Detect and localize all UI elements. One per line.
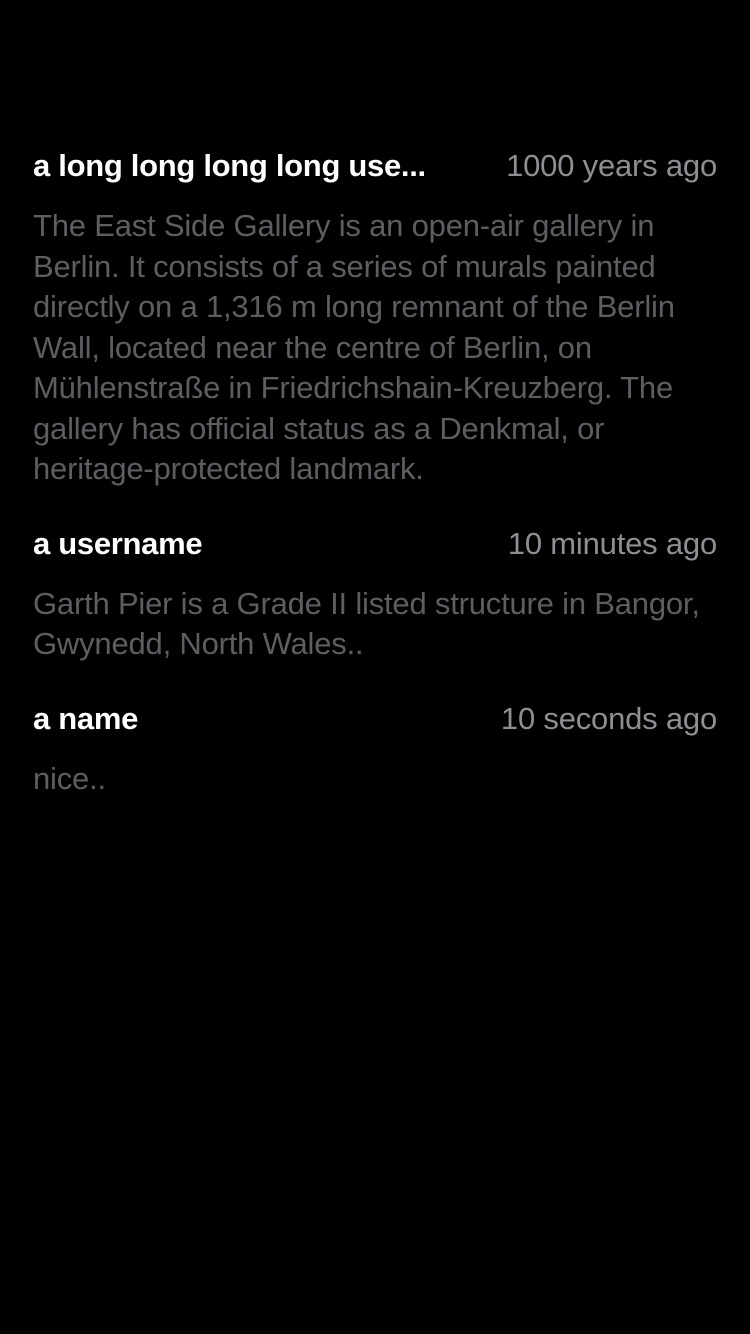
comment-username[interactable]: a long long long long use... (33, 148, 426, 184)
comments-list: a long long long long use... 1000 years … (33, 148, 717, 835)
comments-screen: { "comments": [ { "username": "a long lo… (0, 0, 750, 1334)
comment-item[interactable]: a name 10 seconds ago nice.. (33, 701, 717, 800)
comment-item[interactable]: a username 10 minutes ago Garth Pier is … (33, 526, 717, 665)
comment-header: a long long long long use... 1000 years … (33, 148, 717, 192)
comment-timestamp: 10 minutes ago (507, 525, 717, 561)
comment-item[interactable]: a long long long long use... 1000 years … (33, 148, 717, 490)
comment-username[interactable]: a username (33, 526, 202, 562)
comment-timestamp: 10 seconds ago (500, 700, 717, 736)
comment-body: nice.. (33, 760, 106, 796)
comment-header: a name 10 seconds ago (33, 701, 717, 745)
comment-body: Garth Pier is a Grade II listed structur… (33, 585, 700, 662)
comment-body: The East Side Gallery is an open-air gal… (33, 208, 675, 486)
comment-header: a username 10 minutes ago (33, 526, 717, 570)
comment-username[interactable]: a name (33, 701, 138, 737)
comment-timestamp: 1000 years ago (506, 148, 717, 183)
